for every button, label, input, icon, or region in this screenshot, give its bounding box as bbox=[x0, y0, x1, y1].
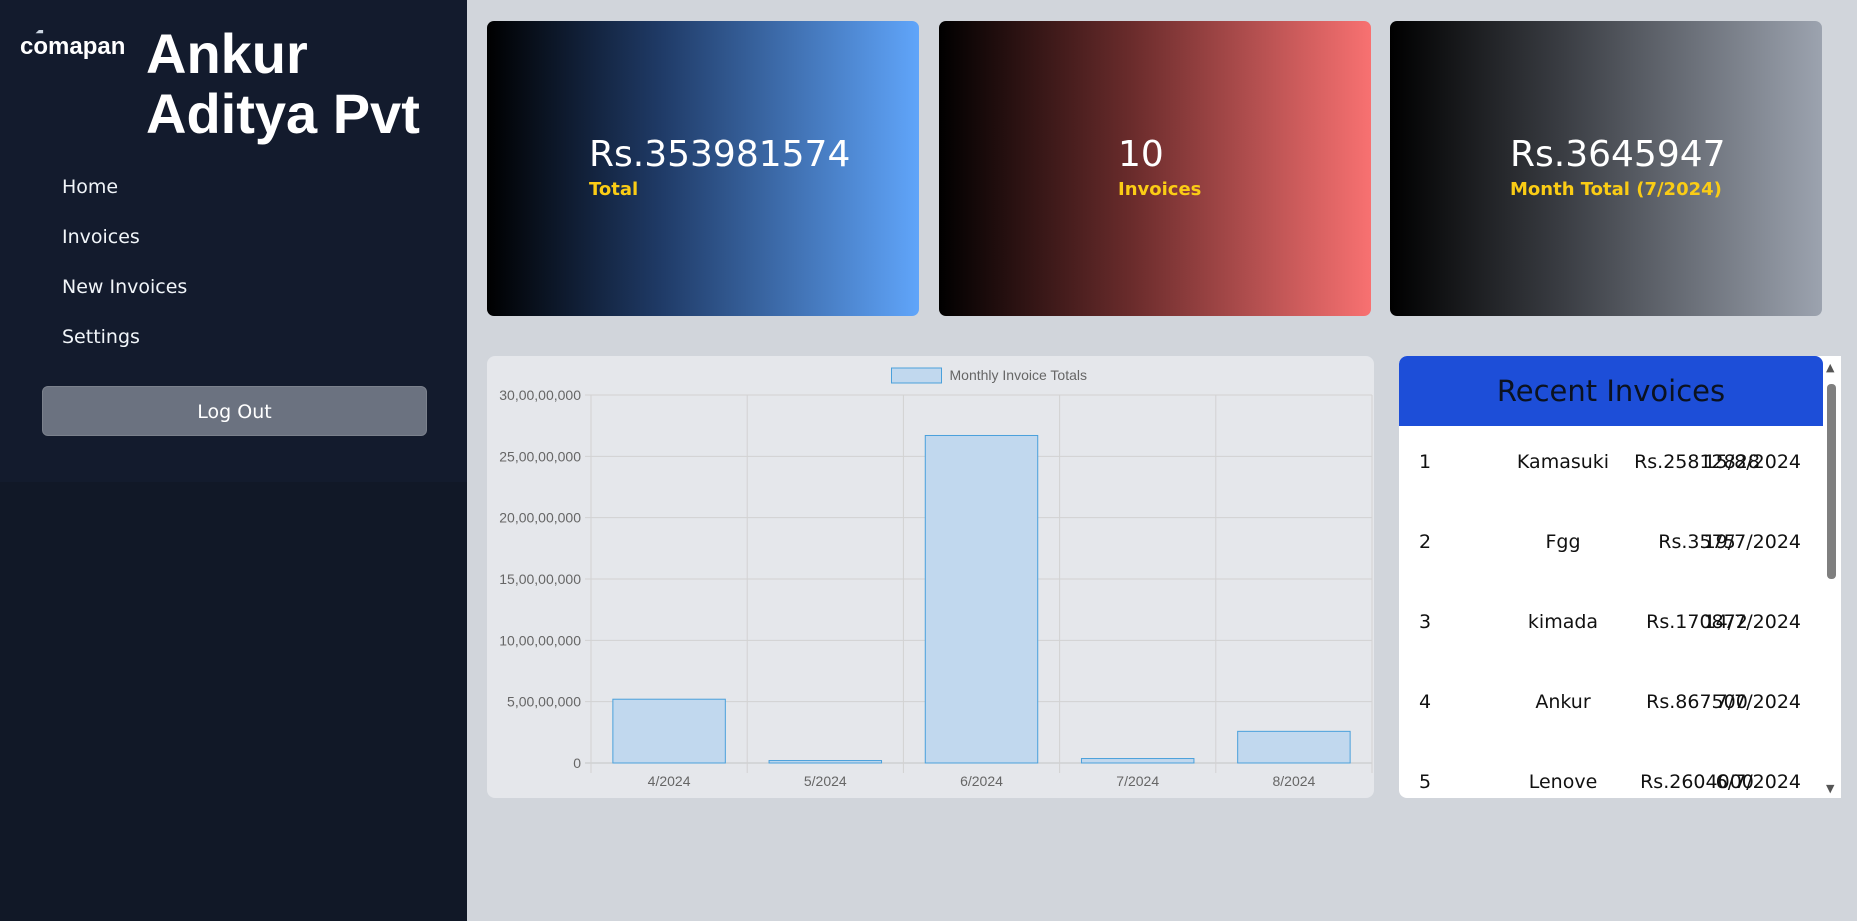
company-logo: ◢ comapany logo bbox=[20, 30, 125, 110]
monthly-bar-chart: 0 5,00,00,000 10,00,00,000 15,00,00,000 20,0… bbox=[499, 367, 1373, 789]
invoice-date: 6/7/2024 bbox=[1715, 771, 1801, 793]
invoice-date: 14/7/2024 bbox=[1703, 611, 1801, 633]
stat-card-invoices: 10 Invoices bbox=[939, 21, 1371, 316]
recent-invoices-title: Recent Invoices bbox=[1399, 356, 1823, 426]
y-tick-label: 0 bbox=[573, 755, 581, 771]
invoice-client: Kamasuki bbox=[1516, 451, 1610, 473]
x-tick-label: 7/2024 bbox=[1116, 773, 1159, 789]
logout-button[interactable]: Log Out bbox=[42, 386, 427, 436]
invoice-row[interactable]: 4 Ankur Rs.867500 7/7/2024 bbox=[1399, 666, 1823, 746]
bar bbox=[924, 434, 1039, 764]
invoice-row[interactable]: 3 kimada Rs.170872 14/7/2024 bbox=[1399, 586, 1823, 666]
recent-invoices-scrollbar[interactable]: ▲ ▼ bbox=[1823, 356, 1841, 798]
invoice-date: 19/7/2024 bbox=[1703, 531, 1801, 553]
invoice-index: 2 bbox=[1419, 531, 1432, 553]
invoice-client: Ankur bbox=[1535, 691, 1591, 713]
bar bbox=[768, 760, 883, 764]
invoice-row[interactable]: 2 Fgg Rs.3575 19/7/2024 bbox=[1399, 506, 1823, 586]
y-tick-label: 5,00,00,000 bbox=[507, 694, 581, 710]
y-tick-label: 25,00,00,000 bbox=[499, 448, 581, 464]
recent-invoices-panel: Recent Invoices 1 Kamasuki Rs.25812828 1… bbox=[1399, 356, 1823, 798]
stat-value: Rs.3645947 bbox=[1510, 134, 1726, 175]
invoice-index: 1 bbox=[1419, 451, 1432, 473]
broken-image-icon: ◢ bbox=[36, 30, 43, 34]
invoice-client: kimada bbox=[1527, 611, 1599, 633]
x-tick-label: 8/2024 bbox=[1272, 773, 1315, 789]
scroll-thumb[interactable] bbox=[1827, 384, 1836, 579]
stat-label: Invoices bbox=[1118, 179, 1202, 200]
stat-card-body: Rs.3645947 Month Total (7/2024) bbox=[1510, 134, 1726, 202]
nav-new-invoices[interactable]: New Invoices bbox=[62, 264, 187, 314]
y-tick-label: 10,00,00,000 bbox=[499, 632, 581, 648]
invoice-row[interactable]: 5 Lenove Rs.2604000 6/7/2024 bbox=[1399, 746, 1823, 798]
invoice-date: 7/7/2024 bbox=[1715, 691, 1801, 713]
y-tick-label: 20,00,00,000 bbox=[499, 510, 581, 526]
invoice-client: Lenove bbox=[1528, 771, 1598, 793]
nav-invoices[interactable]: Invoices bbox=[62, 214, 187, 264]
stat-label: Month Total (7/2024) bbox=[1510, 179, 1722, 200]
scroll-up-arrow-icon[interactable]: ▲ bbox=[1826, 361, 1834, 374]
stat-value: Rs.353981574 bbox=[589, 134, 851, 175]
x-tick-label: 5/2024 bbox=[804, 773, 847, 789]
logo-alt-text: comapany logo bbox=[20, 33, 125, 60]
bar bbox=[1237, 730, 1351, 764]
stat-card-body: 10 Invoices bbox=[1118, 134, 1201, 202]
stat-label: Total bbox=[589, 179, 639, 200]
sidebar: ◢ comapany logo Ankur Aditya Pvt Home In… bbox=[0, 0, 467, 921]
y-tick-label: 30,00,00,000 bbox=[499, 387, 581, 403]
invoice-client: Fgg bbox=[1545, 531, 1581, 553]
bar bbox=[612, 698, 726, 764]
y-tick-label: 15,00,00,000 bbox=[499, 571, 581, 587]
monthly-chart-panel: 0 5,00,00,000 10,00,00,000 15,00,00,000 20,0… bbox=[487, 356, 1374, 798]
legend-swatch bbox=[891, 367, 942, 384]
stat-value: 10 bbox=[1118, 134, 1164, 175]
bar bbox=[1080, 758, 1195, 764]
x-tick-label: 4/2024 bbox=[648, 773, 691, 789]
stat-card-month-total: Rs.3645947 Month Total (7/2024) bbox=[1390, 21, 1822, 316]
invoice-date: 15/8/2024 bbox=[1703, 451, 1801, 473]
company-name: Ankur Aditya Pvt bbox=[146, 22, 420, 145]
sidebar-nav: Home Invoices New Invoices Settings bbox=[62, 164, 187, 364]
invoice-row[interactable]: 1 Kamasuki Rs.25812828 15/8/2024 bbox=[1399, 426, 1823, 506]
legend-label: Monthly Invoice Totals bbox=[950, 367, 1087, 383]
nav-home[interactable]: Home bbox=[62, 164, 187, 214]
stat-card-body: Rs.353981574 Total bbox=[589, 134, 850, 202]
x-tick-label: 6/2024 bbox=[960, 773, 1003, 789]
scroll-down-arrow-icon[interactable]: ▼ bbox=[1826, 782, 1834, 795]
nav-settings[interactable]: Settings bbox=[62, 314, 187, 364]
invoice-index: 5 bbox=[1419, 771, 1432, 793]
stat-card-total: Rs.353981574 Total bbox=[487, 21, 919, 316]
invoice-index: 4 bbox=[1419, 691, 1432, 713]
invoice-index: 3 bbox=[1419, 611, 1432, 633]
